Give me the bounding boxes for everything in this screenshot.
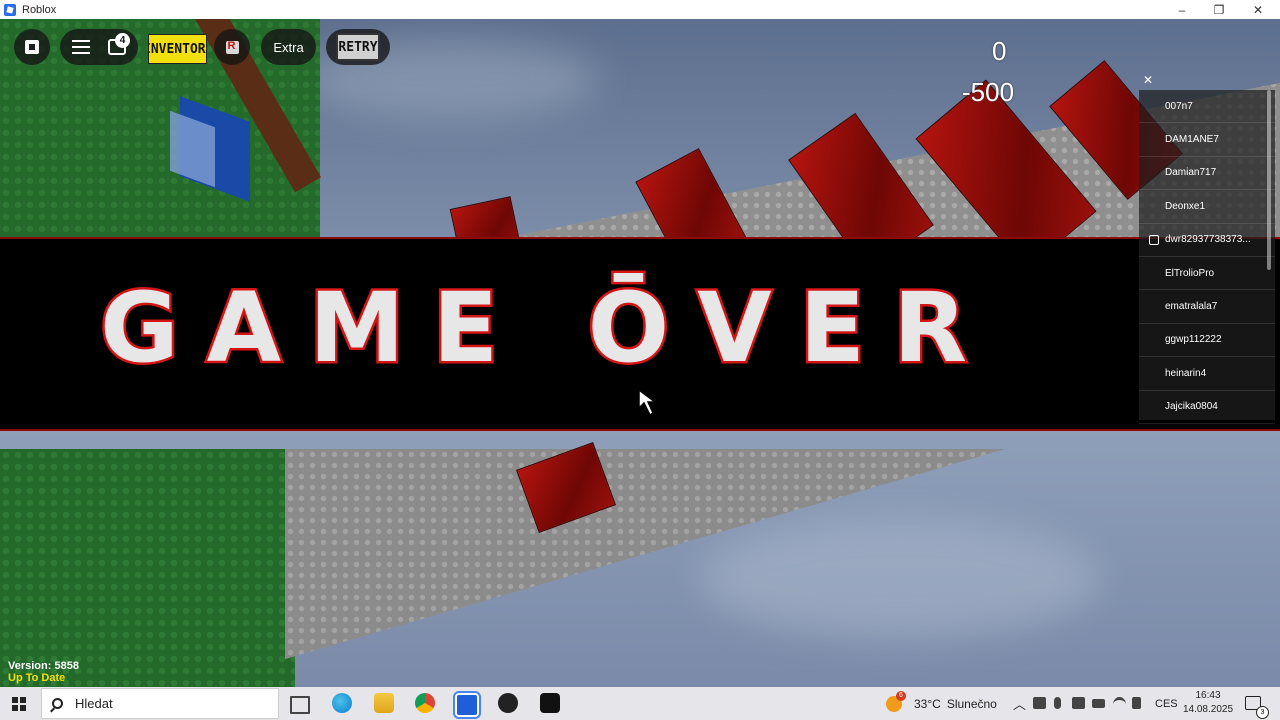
player-name: ElTrolioPro <box>1165 267 1215 279</box>
close-player-list-button[interactable]: ✕ <box>1141 73 1155 87</box>
player-name: DAM1ANE7 <box>1165 134 1219 146</box>
player-name: heinarin4 <box>1165 367 1207 379</box>
inventory-label: INVENTOR <box>148 41 206 57</box>
inventory-button[interactable]: INVENTOR <box>148 34 207 64</box>
chat-notification-badge: 4 <box>115 33 130 48</box>
language-indicator[interactable]: CES <box>1155 687 1178 720</box>
weather-condition: Slunečno <box>946 696 997 711</box>
score-change: -500 <box>962 77 1015 107</box>
weather-temperature: 33°C <box>914 696 941 711</box>
mouse-cursor-icon <box>638 388 658 417</box>
player-list-scrollbar[interactable] <box>1267 90 1271 270</box>
search-icon <box>52 698 63 709</box>
roblox-logo-icon <box>25 40 39 54</box>
player-name: ggwp112222 <box>1165 334 1222 346</box>
player-name: Jajcika0804 <box>1165 401 1218 413</box>
player-name: dwr82937738373... <box>1165 234 1251 246</box>
taskbar-clock[interactable]: 16:43 14.08.2025 <box>1178 689 1238 717</box>
player-list-item[interactable]: Damian717 <box>1139 157 1275 191</box>
player-name: Damian717 <box>1165 167 1217 179</box>
verified-badge-icon <box>1149 234 1159 245</box>
notification-count: 3 <box>1256 706 1269 719</box>
player-list-item[interactable]: ggwp112222 <box>1139 324 1275 358</box>
roblox-r-button[interactable] <box>214 29 250 65</box>
microphone-icon[interactable] <box>1054 697 1061 709</box>
window-title: Roblox <box>22 3 57 16</box>
wifi-icon[interactable] <box>1113 697 1126 712</box>
player-list-item[interactable]: heinarin4 <box>1139 357 1275 391</box>
score-value: 0 <box>992 36 1007 66</box>
roblox-taskbar-icon[interactable] <box>453 691 481 719</box>
player-list-item[interactable]: 007n7 <box>1139 90 1275 124</box>
volume-icon[interactable] <box>1132 697 1141 709</box>
battery-icon[interactable] <box>1092 699 1105 708</box>
edge-icon[interactable] <box>332 693 352 713</box>
file-explorer-icon[interactable] <box>374 693 394 713</box>
game-over-text: GAME ŌVER <box>97 270 996 387</box>
weather-widget[interactable]: 6 33°C Slunečno <box>886 687 997 720</box>
roblox-app-icon <box>4 3 16 16</box>
clock-date: 14.08.2025 <box>1182 704 1234 715</box>
player-name: 007n7 <box>1165 100 1193 112</box>
retry-button[interactable]: RETRY <box>336 33 380 61</box>
epic-games-icon[interactable] <box>540 693 560 713</box>
tray-app-icon[interactable] <box>1033 697 1046 709</box>
window-titlebar: Roblox – ❐ ✕ <box>0 0 1280 19</box>
version-info: Version: 5858 Up To Date <box>8 660 79 684</box>
tray-chevron-icon[interactable]: ︿ <box>1013 687 1026 720</box>
player-name: Deonxe1 <box>1165 200 1206 212</box>
player-list-item[interactable]: Jajcika0804 <box>1139 391 1275 424</box>
obs-icon[interactable] <box>498 693 518 713</box>
player-list-item[interactable]: ematralala7 <box>1139 290 1275 324</box>
weather-badge: 6 <box>896 690 906 701</box>
close-window-button[interactable]: ✕ <box>1238 0 1278 19</box>
player-list: 007n7 DAM1ANE7 Damian717 Deonxe1 dwr82937738… <box>1139 90 1275 424</box>
grass-platform-bottom <box>0 449 295 687</box>
player-list-item[interactable]: Deonxe1 <box>1139 190 1275 224</box>
player-list-item[interactable]: ElTrolioPro <box>1139 257 1275 291</box>
task-view-icon[interactable] <box>290 696 310 714</box>
windows-start-icon[interactable] <box>12 697 26 711</box>
weather-icon: 6 <box>886 690 906 712</box>
minimize-button[interactable]: – <box>1162 0 1202 19</box>
roblox-r-icon <box>225 40 239 54</box>
player-list-item[interactable]: DAM1ANE7 <box>1139 123 1275 157</box>
chrome-icon[interactable] <box>415 693 435 713</box>
search-placeholder: Hledat <box>75 696 113 711</box>
version-status: Up To Date <box>8 672 66 684</box>
extra-button[interactable]: Extra <box>261 29 316 65</box>
player-list-item[interactable]: dwr82937738373... <box>1139 224 1275 257</box>
taskbar-search-input[interactable]: Hledat <box>41 688 279 719</box>
hamburger-menu-icon[interactable] <box>72 40 90 54</box>
player-name: ematralala7 <box>1165 301 1218 313</box>
roblox-menu-button[interactable] <box>14 29 50 65</box>
clock-time: 16:43 <box>1195 690 1221 701</box>
maximize-button[interactable]: ❐ <box>1199 0 1239 19</box>
tray-app-icon-2[interactable] <box>1072 697 1085 709</box>
retry-button-wrapper: RETRY <box>326 29 390 65</box>
version-number: Version: 5858 <box>8 660 79 672</box>
